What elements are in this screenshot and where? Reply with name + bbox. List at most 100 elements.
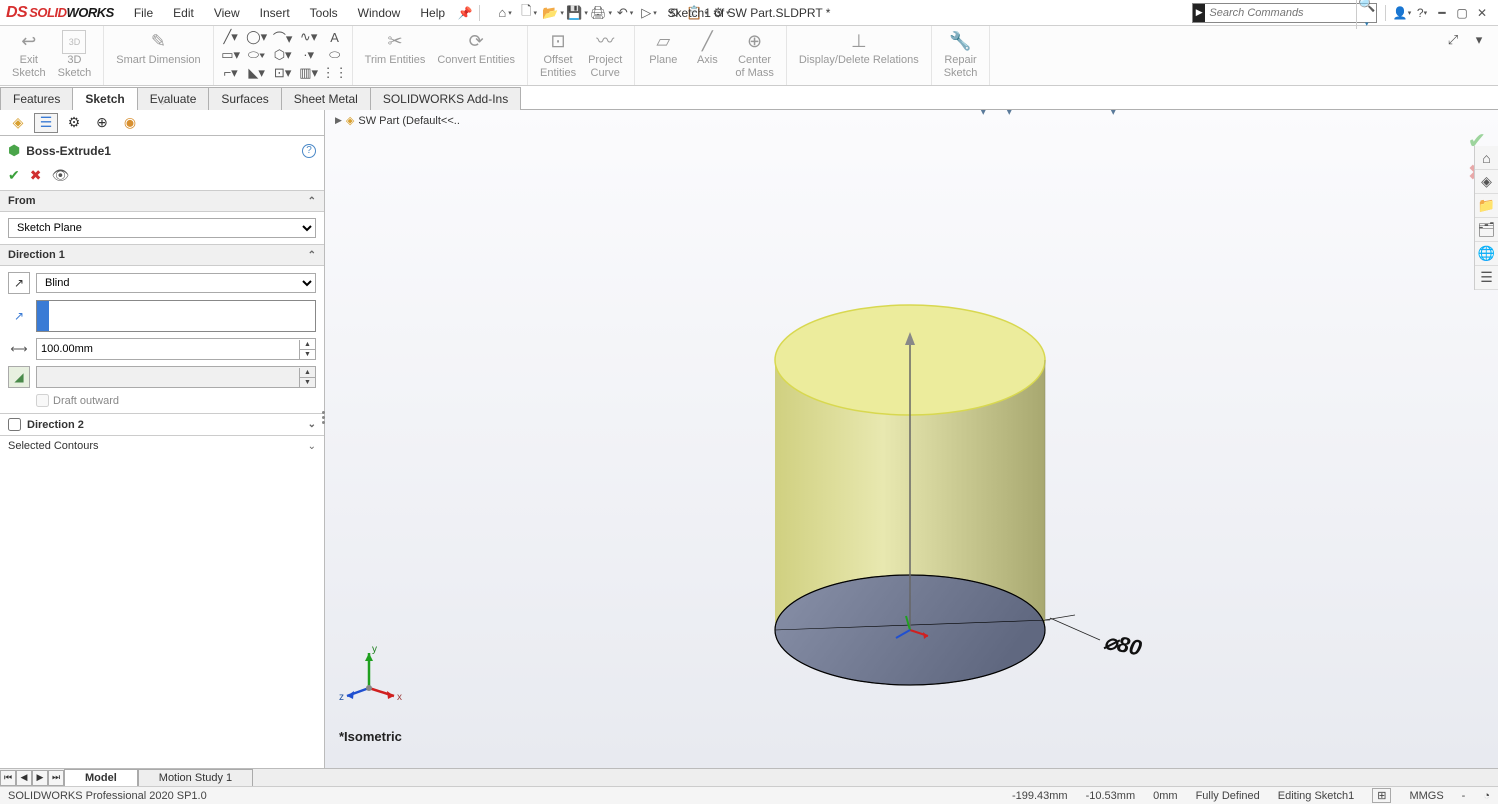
menu-help[interactable]: Help [410, 2, 455, 24]
circle-icon[interactable]: ◯▾ [246, 27, 268, 47]
pin-icon[interactable]: 📌 [455, 6, 475, 20]
repair-sketch-button[interactable]: 🔧Repair Sketch [938, 28, 984, 82]
project-curve-button[interactable]: 〰Project Curve [582, 28, 628, 82]
misc-icon[interactable]: ◇ [1136, 110, 1156, 112]
zoom-fit-icon[interactable]: 🔍 [824, 110, 844, 112]
menu-edit[interactable]: Edit [163, 2, 204, 24]
home-icon[interactable]: ⌂▾ [494, 3, 516, 23]
tab-prev-button[interactable]: ◀ [16, 770, 32, 786]
display-style-icon[interactable]: ▦▾ [954, 110, 974, 112]
display-relations-button[interactable]: ⊥Display/Delete Relations [793, 28, 925, 69]
minimize-button[interactable]: ━ [1434, 5, 1450, 21]
search-icon[interactable]: 🔍▾ [1356, 0, 1376, 29]
tab-features[interactable]: Features [0, 87, 73, 110]
new-icon[interactable]: 🗋▾ [518, 3, 540, 23]
direction-vector-input[interactable] [36, 300, 316, 332]
pm-tab-config[interactable]: ⚙ [62, 113, 86, 133]
menu-insert[interactable]: Insert [250, 2, 300, 24]
taskpane-home-icon[interactable]: ⌂ [1475, 146, 1498, 170]
depth-input[interactable] [37, 343, 299, 355]
tab-addins[interactable]: SOLIDWORKS Add-Ins [370, 87, 521, 110]
status-cog-icon[interactable]: ◔ [1483, 790, 1490, 802]
3d-sketch-button[interactable]: 3D3D Sketch [52, 28, 98, 82]
view-selector-icon[interactable]: 🖥▾ [1110, 110, 1130, 112]
ribbon-menu-icon[interactable]: ▾ [1468, 30, 1490, 50]
search-commands[interactable]: ▶ 🔍▾ [1192, 3, 1377, 23]
reverse-direction-button[interactable]: ↗ [8, 272, 30, 294]
taskpane-appearances-icon[interactable]: ☰ [1475, 266, 1498, 290]
point-icon[interactable]: ·▾ [298, 45, 320, 65]
help-icon[interactable]: ?▾ [1414, 5, 1430, 21]
menu-file[interactable]: File [124, 2, 163, 24]
chamfer-icon[interactable]: ◣▾ [246, 63, 268, 83]
taskpane-resources-icon[interactable]: ◈ [1475, 170, 1498, 194]
menu-view[interactable]: View [204, 2, 250, 24]
close-button[interactable]: ✕ [1474, 5, 1490, 21]
ribbon-expand-icon[interactable]: ⤢ [1442, 30, 1464, 50]
menu-window[interactable]: Window [348, 2, 411, 24]
ellipse-icon[interactable]: ⬭ [324, 45, 346, 65]
pm-direction1-header[interactable]: Direction 1⌃ [0, 244, 324, 266]
pm-tab-dimxpert[interactable]: ⊕ [90, 113, 114, 133]
pm-contours-header[interactable]: Selected Contours⌄ [0, 435, 324, 456]
spline-icon[interactable]: ∿▾ [298, 27, 320, 47]
tab-last-button[interactable]: ⏭ [48, 770, 64, 786]
pm-ok-button[interactable]: ✔ [8, 167, 20, 184]
hide-show-icon[interactable]: 👁▾ [980, 110, 1000, 112]
pm-cancel-button[interactable]: ✖ [30, 167, 42, 184]
fillet-icon[interactable]: ⌐▾ [220, 63, 242, 83]
pm-tab-display[interactable]: ◉ [118, 113, 142, 133]
exit-sketch-button[interactable]: ↩Exit Sketch [6, 28, 52, 82]
render-tools-icon[interactable]: ⚙▾ [1084, 110, 1104, 112]
tab-first-button[interactable]: ⏮ [0, 770, 16, 786]
view-settings-icon[interactable]: ▾ [1058, 110, 1078, 112]
status-units[interactable]: MMGS [1409, 790, 1443, 802]
center-mass-button[interactable]: ⊕Center of Mass [729, 28, 780, 82]
open-icon[interactable]: 📂▾ [542, 3, 564, 23]
flyout-tree[interactable]: ▶ ◈ SW Part (Default<<.. [335, 114, 460, 127]
select-icon[interactable]: ▷▾ [638, 3, 660, 23]
depth-spinner[interactable]: ▲▼ [299, 340, 315, 359]
pm-direction2-header[interactable]: Direction 2⌄ [0, 413, 324, 435]
undo-icon[interactable]: ↶▾ [614, 3, 636, 23]
from-select[interactable]: Sketch Plane [8, 218, 316, 238]
save-icon[interactable]: 💾▾ [566, 3, 588, 23]
section-view-icon[interactable]: ✂ [902, 110, 922, 112]
poly-icon[interactable]: ⬡▾ [272, 45, 294, 65]
zoom-area-icon[interactable]: ⊡ [850, 110, 870, 112]
tab-model[interactable]: Model [64, 769, 138, 787]
taskpane-design-library-icon[interactable]: 📁 [1475, 194, 1498, 218]
draft-spinner[interactable]: ▲▼ [299, 368, 315, 387]
axis-button[interactable]: ╱Axis [685, 28, 729, 69]
print-icon[interactable]: 🖨▾ [590, 3, 612, 23]
convert-entities-button[interactable]: ⟳Convert Entities [431, 28, 521, 69]
maximize-button[interactable]: ▢ [1454, 5, 1470, 21]
mirror-icon[interactable]: ▥▾ [298, 63, 320, 83]
plane-button[interactable]: ▱Plane [641, 28, 685, 69]
edit-appearance-icon[interactable]: 🎨▾ [1006, 110, 1026, 112]
graphics-area[interactable]: 🔍 ⊡ ⤺ ✂ ◈▾ ▦▾ 👁▾ 🎨▾ ◐▾ ▾ ⚙▾ 🖥▾ ◇ ⊟ ❐ ━ ✕… [325, 110, 1498, 768]
search-input[interactable] [1205, 7, 1356, 19]
draft-toggle-button[interactable]: ◢ [8, 366, 30, 388]
pattern-icon[interactable]: ⋮⋮ [324, 63, 346, 83]
rect-icon[interactable]: ▭▾ [220, 45, 242, 65]
tab-motion-study[interactable]: Motion Study 1 [138, 769, 253, 787]
pm-help-icon[interactable]: ? [302, 144, 316, 158]
line-icon[interactable]: ╱▾ [220, 27, 242, 47]
smart-dimension-button[interactable]: ✎Smart Dimension [110, 28, 206, 69]
end-condition-select[interactable]: Blind [36, 273, 316, 293]
text-icon[interactable]: A [324, 27, 346, 47]
apply-scene-icon[interactable]: ◐▾ [1032, 110, 1052, 112]
pm-from-header[interactable]: From⌃ [0, 190, 324, 212]
pm-tab-property[interactable]: ☰ [34, 113, 58, 133]
status-custom-icon[interactable]: ⊞ [1372, 788, 1391, 803]
taskpane-file-explorer-icon[interactable]: 🗂 [1475, 218, 1498, 242]
tab-sketch[interactable]: Sketch [72, 87, 137, 110]
draft-outward-checkbox[interactable]: Draft outward [8, 394, 316, 407]
menu-tools[interactable]: Tools [300, 2, 348, 24]
offset-entities-button[interactable]: ⊡Offset Entities [534, 28, 582, 82]
tab-next-button[interactable]: ▶ [32, 770, 48, 786]
arc-icon[interactable]: ⌒▾ [272, 27, 294, 47]
trim-entities-button[interactable]: ✂Trim Entities [359, 28, 432, 69]
slot-icon[interactable]: ⬭▾ [246, 45, 268, 65]
